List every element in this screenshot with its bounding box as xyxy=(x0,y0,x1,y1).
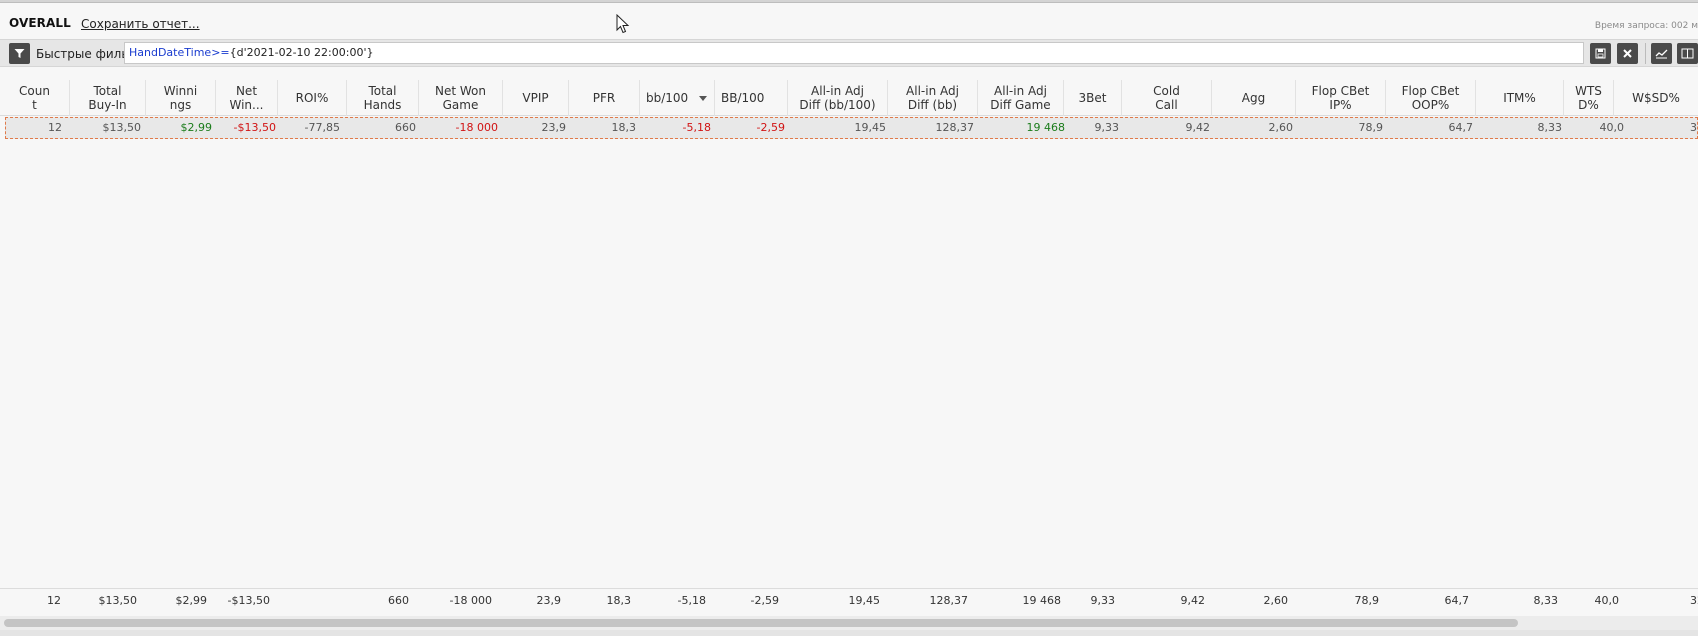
quick-filter-label: Быстрые фильт xyxy=(36,47,124,61)
total-vpip: 23,9 xyxy=(536,594,562,607)
chart-button[interactable] xyxy=(1651,43,1672,64)
cell-agg: 2,60 xyxy=(1268,121,1294,134)
total-wssd: 32 xyxy=(1690,594,1698,607)
cell-flop-cbet-oop: 64,7 xyxy=(1448,121,1474,134)
total-wtsd: 40,0 xyxy=(1594,594,1620,607)
total-hands: 660 xyxy=(388,594,409,607)
total-3bet: 9,33 xyxy=(1090,594,1116,607)
total-cold-call: 9,42 xyxy=(1180,594,1206,607)
save-filter-button[interactable] xyxy=(1590,43,1611,64)
total-agg: 2,60 xyxy=(1263,594,1289,607)
filter-value: {d'2021-02-10 22:00:00'} xyxy=(229,46,374,59)
table-footer-totals: 12 $13,50 $2,99 -$13,50 660 -18 000 23,9… xyxy=(0,588,1698,614)
column-header-bb100-label: bb/100 xyxy=(646,91,689,105)
column-header-pfr[interactable]: PFR xyxy=(569,80,640,116)
chart-icon xyxy=(1655,49,1668,59)
toolbar-separator xyxy=(1645,43,1646,64)
cell-pfr: 18,3 xyxy=(611,121,637,134)
column-header-net-win[interactable]: Net Win... xyxy=(216,80,278,116)
table-header: Coun t Total Buy-In Winni ngs Net Win...… xyxy=(0,80,1698,116)
layout-button[interactable] xyxy=(1677,43,1698,64)
column-header-agg[interactable]: Agg xyxy=(1212,80,1296,116)
total-flop-cbet-oop: 64,7 xyxy=(1444,594,1470,607)
column-header-vpip[interactable]: VPIP xyxy=(503,80,569,116)
save-icon xyxy=(1595,48,1606,59)
cell-net-won-game: -18 000 xyxy=(455,121,498,134)
window-top-border xyxy=(0,0,1698,3)
total-count: 12 xyxy=(47,594,61,607)
report-title: OVERALL xyxy=(9,16,71,30)
total-allin-adj-game: 19 468 xyxy=(1022,594,1062,607)
column-header-allin-adj-bb100[interactable]: All-in Adj Diff (bb/100) xyxy=(788,80,888,116)
column-header-cold-call[interactable]: Cold Call xyxy=(1122,80,1212,116)
column-header-count[interactable]: Coun t xyxy=(0,80,70,116)
mouse-cursor-icon xyxy=(616,14,630,34)
column-header-3bet[interactable]: 3Bet xyxy=(1064,80,1122,116)
cell-flop-cbet-ip: 78,9 xyxy=(1358,121,1384,134)
cell-winnings: $2,99 xyxy=(180,121,213,134)
column-header-wtsd[interactable]: WTS D% xyxy=(1564,80,1614,116)
horizontal-scrollbar[interactable] xyxy=(0,616,1698,630)
total-buyin: $13,50 xyxy=(98,594,138,607)
cell-total-hands: 660 xyxy=(395,121,416,134)
cell-BB100: -2,59 xyxy=(756,121,785,134)
column-header-BB100[interactable]: BB/100 xyxy=(715,80,788,116)
cell-roi: -77,85 xyxy=(304,121,340,134)
cell-allin-adj-bb: 128,37 xyxy=(935,121,975,134)
cell-bb100: -5,18 xyxy=(682,121,711,134)
sort-descending-icon xyxy=(699,96,707,101)
filter-keyword: HandDateTime xyxy=(129,46,212,59)
column-header-total-hands[interactable]: Total Hands xyxy=(347,80,419,116)
report-header: OVERALL Сохранить отчет... Время запроса… xyxy=(0,10,1698,38)
save-report-link[interactable]: Сохранить отчет... xyxy=(81,17,200,31)
cell-allin-adj-bb100: 19,45 xyxy=(854,121,887,134)
total-allin-adj-bb100: 19,45 xyxy=(848,594,881,607)
total-net-won-game: -18 000 xyxy=(449,594,492,607)
column-header-total-buyin[interactable]: Total Buy-In xyxy=(70,80,146,116)
layout-icon xyxy=(1681,48,1694,59)
filter-operator: >= xyxy=(211,46,230,59)
cell-count: 12 xyxy=(48,121,62,134)
quick-filter-input[interactable]: HandDateTime>={d'2021-02-10 22:00:00'} xyxy=(124,42,1584,64)
column-header-net-won-game[interactable]: Net Won Game xyxy=(419,80,503,116)
column-header-wssd[interactable]: W$SD% xyxy=(1614,80,1698,116)
cell-wtsd: 40,0 xyxy=(1599,121,1625,134)
total-allin-adj-bb: 128,37 xyxy=(929,594,969,607)
column-header-winnings[interactable]: Winni ngs xyxy=(146,80,216,116)
column-header-roi[interactable]: ROI% xyxy=(278,80,347,116)
total-winnings: $2,99 xyxy=(175,594,208,607)
column-header-flop-cbet-oop[interactable]: Flop CBet OOP% xyxy=(1386,80,1476,116)
cell-total-buyin: $13,50 xyxy=(102,121,142,134)
column-header-bb100[interactable]: bb/100 xyxy=(640,80,715,116)
cell-wssd: 3 xyxy=(1690,121,1697,134)
cell-3bet: 9,33 xyxy=(1094,121,1120,134)
column-header-flop-cbet-ip[interactable]: Flop CBet IP% xyxy=(1296,80,1386,116)
cell-vpip: 23,9 xyxy=(541,121,567,134)
cell-cold-call: 9,42 xyxy=(1185,121,1211,134)
cell-itm: 8,33 xyxy=(1537,121,1563,134)
column-header-itm[interactable]: ITM% xyxy=(1476,80,1564,116)
clear-filter-button[interactable] xyxy=(1617,43,1638,64)
query-time-label: Время запроса: 002 м xyxy=(1594,21,1698,31)
total-BB100: -2,59 xyxy=(750,594,779,607)
quick-filter-bar: Быстрые фильт HandDateTime>={d'2021-02-1… xyxy=(0,39,1698,67)
window-bottom-border xyxy=(0,630,1698,636)
total-bb100: -5,18 xyxy=(677,594,706,607)
column-header-allin-adj-game[interactable]: All-in Adj Diff Game xyxy=(978,80,1064,116)
column-header-allin-adj-bb[interactable]: All-in Adj Diff (bb) xyxy=(888,80,978,116)
cell-net-win: -$13,50 xyxy=(233,121,276,134)
filter-button[interactable] xyxy=(9,43,30,64)
clear-icon xyxy=(1623,49,1632,58)
table-row[interactable]: 12 $13,50 $2,99 -$13,50 -77,85 660 -18 0… xyxy=(5,117,1698,139)
cell-allin-adj-game: 19 468 xyxy=(1026,121,1066,134)
total-flop-cbet-ip: 78,9 xyxy=(1354,594,1380,607)
filter-icon xyxy=(14,49,25,58)
total-itm: 8,33 xyxy=(1533,594,1559,607)
scrollbar-thumb[interactable] xyxy=(4,619,1518,627)
total-net-win: -$13,50 xyxy=(227,594,270,607)
total-pfr: 18,3 xyxy=(606,594,632,607)
